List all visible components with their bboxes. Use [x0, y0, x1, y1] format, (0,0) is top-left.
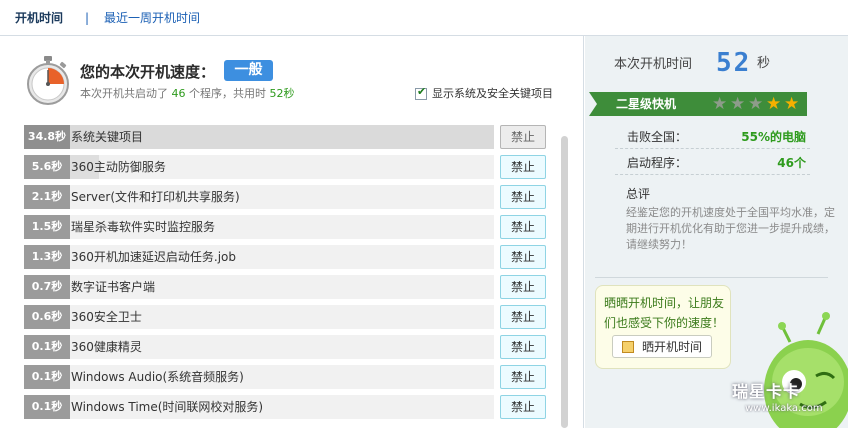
- startup-items-list: 34.8秒 系统关键项目 禁止 5.6秒 360主动防御服务 禁止 2.1秒 S…: [24, 124, 548, 428]
- list-item: 0.1秒 Windows Audio(系统音频服务) 禁止: [24, 364, 548, 390]
- summary-prefix: 本次开机共启动了: [80, 87, 168, 100]
- star-icon: ★: [730, 94, 746, 114]
- list-item: 0.1秒 Windows Time(时间联网校对服务) 禁止: [24, 394, 548, 420]
- show-system-items-checkbox[interactable]: ✔: [415, 85, 427, 100]
- result-panel: 本次开机时间 52 秒 二星级快机 ★ ★ ★ ★ ★ 击败全国： 55%的电脑…: [585, 36, 848, 428]
- item-name: 360开机加速延迟启动任务.job: [71, 250, 237, 264]
- disable-button[interactable]: 禁止: [500, 335, 546, 359]
- tab-boot-time[interactable]: 开机时间: [15, 10, 63, 26]
- tab-separator: |: [85, 11, 90, 25]
- total-time: 52秒: [269, 87, 295, 100]
- boot-time-label: 本次开机时间: [614, 57, 693, 72]
- share-button-label: 晒开机时间: [642, 340, 703, 354]
- item-name: 系统关键项目: [71, 130, 144, 144]
- item-time: 1.5秒: [24, 215, 70, 239]
- disable-button: 禁止: [500, 125, 546, 149]
- stopwatch-icon: [27, 56, 69, 105]
- item-time: 2.1秒: [24, 185, 70, 209]
- item-name: Windows Time(时间联网校对服务): [71, 400, 264, 414]
- boot-summary: 本次开机共启动了 46 个程序，共用时 52秒: [80, 87, 295, 101]
- star-icon: ★: [784, 94, 800, 114]
- scrollbar-thumb[interactable]: [561, 136, 568, 428]
- list-item: 1.3秒 360开机加速延迟启动任务.job 禁止: [24, 244, 548, 270]
- item-name: 数字证书客户端: [71, 280, 156, 294]
- share-boot-time-button[interactable]: 晒开机时间: [612, 335, 712, 358]
- item-name: 瑞星杀毒软件实时监控服务: [71, 220, 216, 234]
- disable-button[interactable]: 禁止: [500, 155, 546, 179]
- disable-button[interactable]: 禁止: [500, 275, 546, 299]
- banner-notch: [589, 92, 597, 116]
- boot-items-panel: 您的本次开机速度： 一般 本次开机共启动了 46 个程序，共用时 52秒 ✔ 显…: [0, 36, 584, 428]
- program-count: 46: [171, 87, 186, 100]
- item-time: 0.1秒: [24, 395, 70, 419]
- beat-label: 击败全国：: [627, 130, 688, 144]
- beat-value: 55%的电脑: [741, 130, 806, 144]
- boot-time-value: 52: [716, 48, 752, 78]
- item-time: 1.3秒: [24, 245, 70, 269]
- list-item: 0.7秒 数字证书客户端 禁止: [24, 274, 548, 300]
- item-time: 5.6秒: [24, 155, 70, 179]
- item-name: 360健康精灵: [71, 340, 142, 354]
- item-time: 0.6秒: [24, 305, 70, 329]
- tab-recent-week[interactable]: 最近一周开机时间: [104, 10, 200, 26]
- star-icon: ★: [748, 94, 764, 114]
- watermark-url: www.ikaka.com: [745, 403, 823, 414]
- speed-rating-badge: 一般: [224, 60, 273, 81]
- startup-label: 启动程序：: [627, 156, 688, 170]
- list-item: 0.6秒 360安全卫士 禁止: [24, 304, 548, 330]
- item-name: 360主动防御服务: [71, 160, 166, 174]
- summary-middle: 个程序，共用时: [189, 87, 266, 100]
- disable-button[interactable]: 禁止: [500, 305, 546, 329]
- list-scrollbar[interactable]: [560, 136, 569, 428]
- review-title: 总评: [626, 187, 651, 201]
- beat-stat: 击败全国： 55%的电脑: [615, 125, 810, 149]
- star-icon: ★: [766, 94, 782, 114]
- watermark-brand: 瑞星卡卡: [732, 382, 801, 401]
- share-icon: [622, 341, 634, 353]
- item-time: 0.7秒: [24, 275, 70, 299]
- show-system-items-label[interactable]: 显示系统及安全关键项目: [432, 87, 553, 101]
- item-time: 0.1秒: [24, 365, 70, 389]
- startup-stat: 启动程序： 46个: [615, 151, 810, 175]
- item-time: 34.8秒: [24, 125, 70, 149]
- disable-button[interactable]: 禁止: [500, 215, 546, 239]
- rank-label: 二星级快机: [616, 97, 677, 111]
- item-name: Windows Audio(系统音频服务): [71, 370, 244, 384]
- list-item: 2.1秒 Server(文件和打印机共享服务) 禁止: [24, 184, 548, 210]
- speed-title: 您的本次开机速度：: [80, 63, 216, 81]
- item-name: 360安全卫士: [71, 310, 142, 324]
- share-prompt: 晒晒开机时间，让朋友们也感受下你的速度！: [604, 296, 725, 330]
- disable-button[interactable]: 禁止: [500, 245, 546, 269]
- boot-time-unit: 秒: [757, 56, 771, 71]
- divider: [595, 277, 828, 278]
- disable-button[interactable]: 禁止: [500, 395, 546, 419]
- star-icon: ★: [712, 94, 728, 114]
- list-item: 34.8秒 系统关键项目 禁止: [24, 124, 548, 150]
- checkmark-icon: ✔: [417, 85, 427, 98]
- rank-banner: 二星级快机 ★ ★ ★ ★ ★: [589, 92, 807, 116]
- disable-button[interactable]: 禁止: [500, 365, 546, 389]
- startup-value: 46个: [777, 156, 806, 170]
- list-item: 0.1秒 360健康精灵 禁止: [24, 334, 548, 360]
- list-item: 5.6秒 360主动防御服务 禁止: [24, 154, 548, 180]
- disable-button[interactable]: 禁止: [500, 185, 546, 209]
- list-item: 1.5秒 瑞星杀毒软件实时监控服务 禁止: [24, 214, 548, 240]
- tab-bar: 开机时间 | 最近一周开机时间: [0, 0, 848, 36]
- item-time: 0.1秒: [24, 335, 70, 359]
- item-name: Server(文件和打印机共享服务): [71, 190, 240, 204]
- review-text: 经鉴定您的开机速度处于全国平均水准，定期进行开机优化有助于您进一步提升成绩，请继…: [626, 206, 835, 251]
